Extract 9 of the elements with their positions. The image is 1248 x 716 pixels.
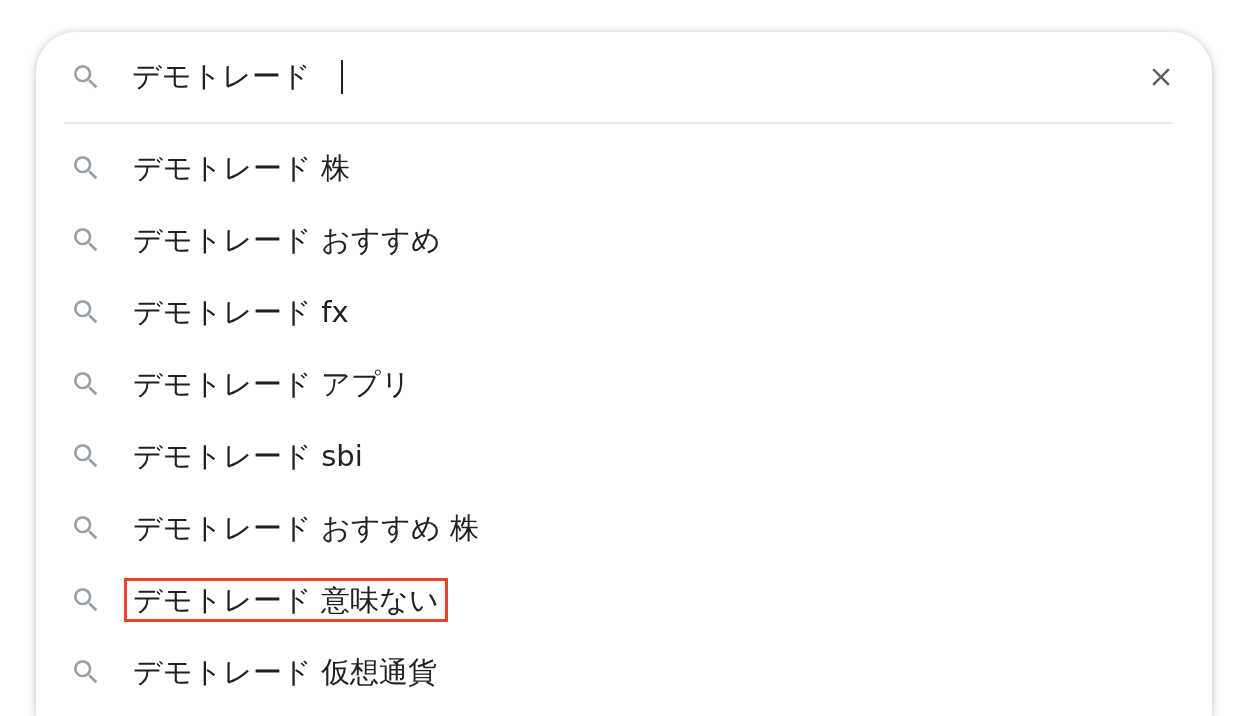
search-input-text[interactable]: デモトレード: [132, 57, 311, 97]
suggestion-text[interactable]: デモトレード アプリ: [124, 361, 421, 407]
suggestion-text[interactable]: デモトレード おすすめ: [124, 217, 451, 263]
suggestion-text[interactable]: デモトレード 仮想通貨: [124, 649, 447, 695]
suggestion-text[interactable]: デモトレード fx: [124, 289, 358, 335]
suggestion-text[interactable]: デモトレード 意味ない: [124, 577, 449, 623]
suggestion-text[interactable]: デモトレード おすすめ 株: [124, 505, 489, 551]
suggestion-text[interactable]: デモトレード sbi: [124, 433, 372, 479]
suggestion-text[interactable]: デモトレード 株: [124, 145, 360, 191]
